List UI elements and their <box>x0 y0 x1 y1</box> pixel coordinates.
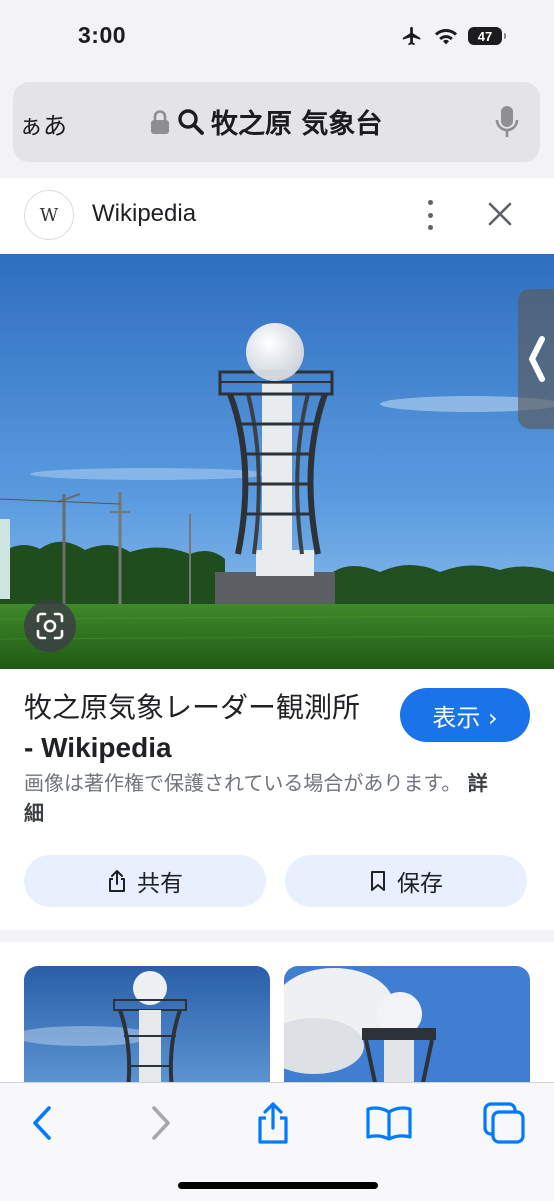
tabs-icon <box>483 1102 525 1144</box>
more-vert-icon[interactable] <box>418 200 442 230</box>
tabs-button[interactable] <box>474 1101 534 1145</box>
related-image-1 <box>24 966 270 1082</box>
related-images <box>0 942 554 1082</box>
copyright-notice: 画像は著作権で保護されている場合があります。 詳細 <box>24 768 504 828</box>
search-query: 牧之原 気象台 <box>211 109 383 140</box>
airplane-icon <box>402 26 421 46</box>
copyright-text: 画像は著作権で保護されている場合があります。 <box>24 771 462 795</box>
lens-icon <box>36 612 64 640</box>
microphone-icon[interactable] <box>494 104 520 140</box>
related-image[interactable] <box>24 966 270 1082</box>
bookmarks-button[interactable] <box>359 1101 419 1145</box>
title-main: 牧之原気象レーダー観測所 <box>24 691 361 724</box>
status-bar: 3:00 47 <box>0 0 554 72</box>
search-field[interactable]: 牧之原 気象台 <box>149 102 382 141</box>
back-icon <box>33 1106 51 1140</box>
image-result-panel: W Wikipedia 牧之原気象レーダー観測所 - Wikipedia 表示 … <box>0 178 554 930</box>
result-title[interactable]: 牧之原気象レーダー観測所 - Wikipedia <box>24 688 374 768</box>
source-header: W Wikipedia <box>0 178 554 254</box>
bookmark-icon <box>371 871 385 891</box>
wifi-icon <box>435 29 457 45</box>
share-icon <box>109 870 125 892</box>
title-site: - Wikipedia <box>24 732 172 763</box>
address-bar[interactable]: ぁあ 牧之原 気象台 <box>13 82 540 162</box>
save-label: 保存 <box>397 871 443 897</box>
back-button[interactable] <box>12 1101 72 1145</box>
home-indicator <box>178 1182 378 1189</box>
chevron-left-icon <box>529 336 545 382</box>
view-button[interactable]: 表示 › <box>400 688 530 742</box>
share-icon <box>258 1102 288 1144</box>
source-name: Wikipedia <box>92 200 197 227</box>
forward-icon <box>152 1106 170 1140</box>
wikipedia-favicon: W <box>24 190 74 240</box>
status-icons: 47 <box>400 25 506 47</box>
clock: 3:00 <box>78 22 127 48</box>
forward-button[interactable] <box>131 1101 191 1145</box>
save-button[interactable]: 保存 <box>285 855 527 907</box>
page-settings-button[interactable]: ぁあ <box>19 106 67 141</box>
battery-icon: 47 <box>468 27 506 45</box>
browser-toolbar <box>0 1082 554 1201</box>
share-button[interactable]: 共有 <box>24 855 266 907</box>
lock-icon <box>151 109 169 134</box>
radar-tower-photo <box>0 254 554 669</box>
side-panel-handle[interactable] <box>518 289 554 429</box>
bookmarks-icon <box>366 1106 412 1141</box>
search-icon <box>178 108 204 135</box>
related-image[interactable] <box>284 966 530 1082</box>
hero-image[interactable] <box>0 254 554 669</box>
share-page-button[interactable] <box>243 1101 303 1145</box>
close-icon[interactable] <box>486 200 514 228</box>
related-image-2 <box>284 966 530 1082</box>
lens-search-button[interactable] <box>24 600 76 652</box>
share-label: 共有 <box>137 871 183 897</box>
